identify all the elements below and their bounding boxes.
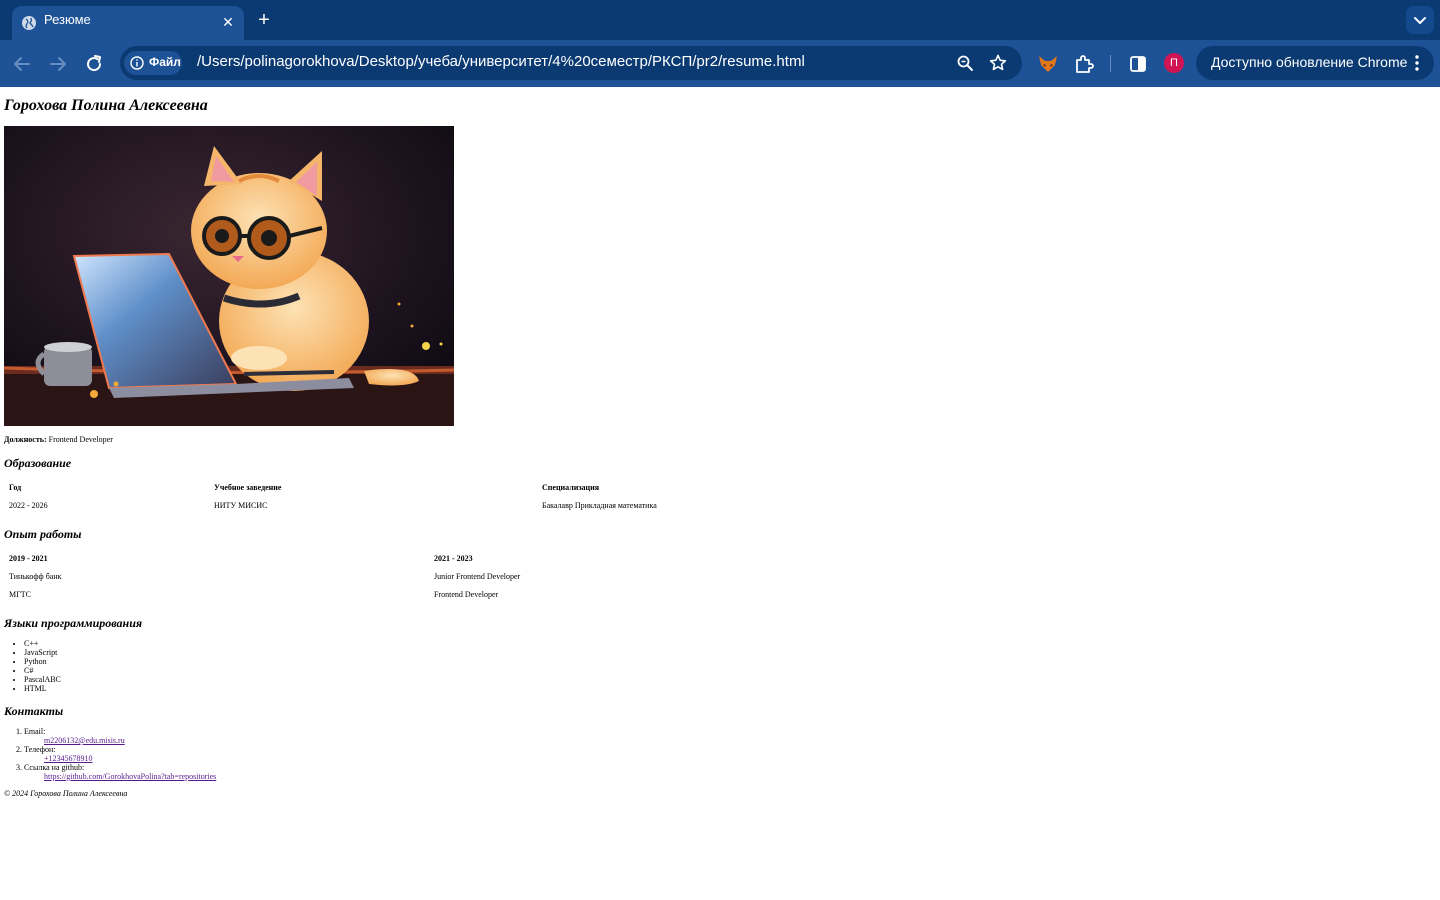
table-header: 2021 - 2023 <box>434 554 473 563</box>
experience-heading: Опыт работы <box>4 527 82 541</box>
contacts-heading: Контакты <box>4 704 64 718</box>
avatar[interactable]: П <box>1164 53 1184 73</box>
table-header: Специализация <box>542 483 600 492</box>
tab-strip: Резюме ✕ + <box>0 0 1440 40</box>
position-label: Должность: <box>4 435 47 444</box>
table-cell: Тинькофф банк <box>9 572 62 581</box>
plus-icon[interactable]: + <box>254 10 274 30</box>
email-link[interactable]: m2206132@edu.misis.ru <box>44 736 216 745</box>
list-item: C# <box>24 666 61 675</box>
reload-icon[interactable] <box>82 52 106 76</box>
contacts-list: Email: m2206132@edu.misis.ru Телефон: +1… <box>4 727 216 781</box>
extensions-puzzle-icon[interactable] <box>1073 53 1095 75</box>
globe-icon <box>22 16 36 30</box>
languages-heading: Языки программирования <box>4 616 143 630</box>
table-cell: НИТУ МИСИС <box>214 501 268 510</box>
chip-label: Файл <box>149 55 181 69</box>
footer-copyright: © 2024 Горохова Полина Алексеевна <box>4 789 128 798</box>
list-item: JavaScript <box>24 648 61 657</box>
tab-title: Резюме <box>44 12 91 27</box>
table-cell: МГТС <box>9 590 31 599</box>
update-label: Доступно обновление Chrome <box>1211 54 1408 70</box>
table-header: Учебное заведение <box>214 483 282 492</box>
list-item: PascalABC <box>24 675 61 684</box>
education-heading: Образование <box>4 456 72 470</box>
list-item: HTML <box>24 684 61 693</box>
table-header: 2019 - 2021 <box>9 554 48 563</box>
list-item: Python <box>24 657 61 666</box>
chevron-down-icon <box>1414 17 1426 24</box>
page-content: Горохова Полина Алексеевна Должность: Fr… <box>0 87 1440 900</box>
profile-photo <box>4 126 454 426</box>
back-icon[interactable] <box>10 52 34 76</box>
forward-icon[interactable] <box>46 52 70 76</box>
toolbar: Файл /Users/polinagorokhova/Desktop/учеб… <box>0 40 1440 87</box>
tab-search-button[interactable] <box>1406 6 1434 34</box>
site-info-chip[interactable]: Файл <box>124 51 182 75</box>
close-icon[interactable]: ✕ <box>220 14 236 30</box>
page-title: Горохова Полина Алексеевна <box>4 97 208 114</box>
toolbar-divider <box>1110 55 1111 72</box>
side-panel-icon[interactable] <box>1127 53 1149 75</box>
contact-github: Ссылка на github: https://github.com/Gor… <box>24 763 216 781</box>
url-text[interactable]: /Users/polinagorokhova/Desktop/учеба/уни… <box>197 53 805 70</box>
table-cell: Frontend Developer <box>434 590 499 599</box>
table-header: Год <box>9 483 22 492</box>
contact-label: Email: <box>24 727 46 736</box>
update-chrome-button[interactable]: Доступно обновление Chrome <box>1196 46 1434 80</box>
fox-extension-icon[interactable] <box>1037 53 1059 75</box>
table-cell: Junior Frontend Developer <box>434 572 521 581</box>
github-link[interactable]: https://github.com/GorokhovaPolina?tab=r… <box>44 772 216 781</box>
tab-resume[interactable]: Резюме ✕ <box>12 6 244 40</box>
position-line: Должность: Frontend Developer <box>4 435 113 444</box>
zoom-icon[interactable] <box>956 54 974 72</box>
languages-list: C++ JavaScript Python C# PascalABC HTML <box>4 639 61 693</box>
star-icon[interactable] <box>988 53 1008 73</box>
table-cell: 2022 - 2026 <box>9 501 48 510</box>
position-value: Frontend Developer <box>48 435 113 444</box>
info-icon <box>130 56 144 70</box>
list-item: C++ <box>24 639 61 648</box>
address-bar[interactable]: Файл /Users/polinagorokhova/Desktop/учеб… <box>120 46 1022 80</box>
contact-label: Ссылка на github: <box>24 763 85 772</box>
table-cell: Бакалавр Прикладная математика <box>542 501 657 510</box>
contact-phone: Телефон: +12345678910 <box>24 745 216 763</box>
kebab-menu-icon <box>1415 55 1419 71</box>
contact-email: Email: m2206132@edu.misis.ru <box>24 727 216 745</box>
contact-label: Телефон: <box>24 745 56 754</box>
phone-link[interactable]: +12345678910 <box>44 754 216 763</box>
